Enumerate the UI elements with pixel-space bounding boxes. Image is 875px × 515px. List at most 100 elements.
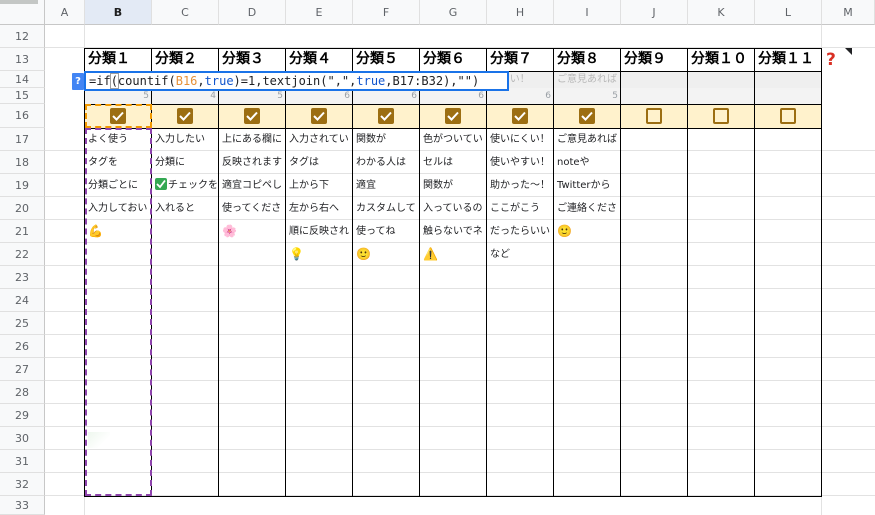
row-header-14[interactable]: 14 [0, 71, 45, 88]
row-header-15[interactable]: 15 [0, 88, 45, 104]
cell-g20[interactable]: 入っているの [420, 197, 487, 220]
row-header-23[interactable]: 23 [0, 266, 45, 289]
row-header-32[interactable]: 32 [0, 473, 45, 496]
formula-editor[interactable]: =if(countif(B16,true)=1,textjoin(",",tru… [84, 71, 509, 91]
unchecked-checkbox-icon[interactable] [780, 108, 796, 124]
cell-d18[interactable]: 反映されます [219, 151, 286, 174]
cell-f20[interactable]: カスタムして [353, 197, 420, 220]
cell-d17[interactable]: 上にある欄に [219, 128, 286, 151]
checked-checkbox-icon[interactable] [244, 108, 260, 124]
row-header-18[interactable]: 18 [0, 151, 45, 174]
select-all-corner[interactable] [0, 0, 45, 25]
checked-checkbox-icon[interactable] [512, 108, 528, 124]
cell-e18[interactable]: タグは [286, 151, 353, 174]
category-header-2[interactable]: 分類２ [152, 48, 219, 71]
cell-g19[interactable]: 関数が [420, 174, 487, 197]
cell-i15[interactable]: 5 [554, 88, 621, 104]
column-header-d[interactable]: D [219, 0, 286, 25]
checked-checkbox-icon[interactable] [579, 108, 595, 124]
cell-f17[interactable]: 関数が [353, 128, 420, 151]
cell-c20[interactable]: 入れると [152, 197, 219, 220]
column-header-a[interactable]: A [45, 0, 85, 25]
checked-checkbox-icon[interactable] [378, 108, 394, 124]
category-header-7[interactable]: 分類７ [487, 48, 554, 71]
cell-g18[interactable]: セルは [420, 151, 487, 174]
category-header-11[interactable]: 分類１１ [755, 48, 822, 71]
cell-h19[interactable]: 助かった～！ [487, 174, 554, 197]
column-header-j[interactable]: J [621, 0, 688, 25]
cell-f22[interactable]: 🙂 [353, 243, 420, 266]
question-mark-icon[interactable]: ? [826, 50, 836, 70]
column-header-c[interactable]: C [152, 0, 219, 25]
unchecked-checkbox-icon[interactable] [646, 108, 662, 124]
checked-checkbox-icon[interactable] [445, 108, 461, 124]
spreadsheet-grid[interactable]: A B C D E F G H I J K L M 12 13 14 15 16… [0, 0, 875, 515]
row-header-12[interactable]: 12 [0, 25, 45, 48]
cell-d21[interactable]: 🌸 [219, 220, 286, 243]
category-header-8[interactable]: 分類８ [554, 48, 621, 71]
cell-f18[interactable]: わかる人は [353, 151, 420, 174]
category-header-4[interactable]: 分類４ [286, 48, 353, 71]
cell-d19[interactable]: 適宜コピペし [219, 174, 286, 197]
cell-i18[interactable]: noteや [554, 151, 621, 174]
column-header-m[interactable]: M [822, 0, 875, 25]
row-header-28[interactable]: 28 [0, 381, 45, 404]
row-header-17[interactable]: 17 [0, 128, 45, 151]
cell-h20[interactable]: ここがこう [487, 197, 554, 220]
cell-i21[interactable]: 🙂 [554, 220, 621, 243]
cell-h17[interactable]: 使いにくい！ [487, 128, 554, 151]
unchecked-checkbox-icon[interactable] [713, 108, 729, 124]
cell-h22[interactable]: など [487, 243, 554, 266]
cell-e22[interactable]: 💡 [286, 243, 353, 266]
cell-g21[interactable]: 触らないでネ [420, 220, 487, 243]
row-header-30[interactable]: 30 [0, 427, 45, 450]
column-header-h[interactable]: H [487, 0, 554, 25]
cell-c19[interactable]: チェックを [152, 174, 219, 197]
column-header-e[interactable]: E [286, 0, 353, 25]
cell-i20[interactable]: ご連絡くださ [554, 197, 621, 220]
cell-c17[interactable]: 入力したい [152, 128, 219, 151]
checked-checkbox-icon[interactable] [177, 108, 193, 124]
row-header-24[interactable]: 24 [0, 289, 45, 312]
category-header-10[interactable]: 分類１０ [688, 48, 755, 71]
checked-checkbox-icon[interactable] [311, 108, 327, 124]
formula-help-icon[interactable]: ? [72, 73, 84, 90]
row-header-31[interactable]: 31 [0, 450, 45, 473]
cell-f19[interactable]: 適宜 [353, 174, 420, 197]
column-header-k[interactable]: K [688, 0, 755, 25]
cell-f21[interactable]: 使ってね [353, 220, 420, 243]
row-header-20[interactable]: 20 [0, 197, 45, 220]
category-header-3[interactable]: 分類３ [219, 48, 286, 71]
cell-h18[interactable]: 使いやすい！ [487, 151, 554, 174]
row-header-25[interactable]: 25 [0, 312, 45, 335]
cell-h21[interactable]: だったらいい [487, 220, 554, 243]
column-header-g[interactable]: G [420, 0, 487, 25]
column-header-f[interactable]: F [353, 0, 420, 25]
row-header-21[interactable]: 21 [0, 220, 45, 243]
cell-i17[interactable]: ご意見あれば [554, 128, 621, 151]
row-header-27[interactable]: 27 [0, 358, 45, 381]
column-header-b[interactable]: B [85, 0, 152, 25]
row-header-29[interactable]: 29 [0, 404, 45, 427]
cell-e20[interactable]: 左から右へ [286, 197, 353, 220]
row-header-13[interactable]: 13 [0, 48, 45, 71]
comment-indicator-icon[interactable] [845, 48, 852, 55]
category-header-1[interactable]: 分類１ [85, 48, 152, 71]
cell-i19[interactable]: Twitterから [554, 174, 621, 197]
cell-g17[interactable]: 色がついてい [420, 128, 487, 151]
category-header-6[interactable]: 分類６ [420, 48, 487, 71]
cell-e17[interactable]: 入力されてい [286, 128, 353, 151]
category-header-9[interactable]: 分類９ [621, 48, 688, 71]
column-header-l[interactable]: L [755, 0, 822, 25]
cell-e19[interactable]: 上から下 [286, 174, 353, 197]
row-header-22[interactable]: 22 [0, 243, 45, 266]
row-header-19[interactable]: 19 [0, 174, 45, 197]
row-header-16[interactable]: 16 [0, 104, 45, 128]
row-header-26[interactable]: 26 [0, 335, 45, 358]
row-header-33[interactable]: 33 [0, 496, 45, 515]
cell-i14[interactable]: ご意見あれば [554, 71, 621, 88]
category-header-5[interactable]: 分類５ [353, 48, 420, 71]
cell-c18[interactable]: 分類に [152, 151, 219, 174]
cell-d20[interactable]: 使ってくださ [219, 197, 286, 220]
column-header-i[interactable]: I [554, 0, 621, 25]
